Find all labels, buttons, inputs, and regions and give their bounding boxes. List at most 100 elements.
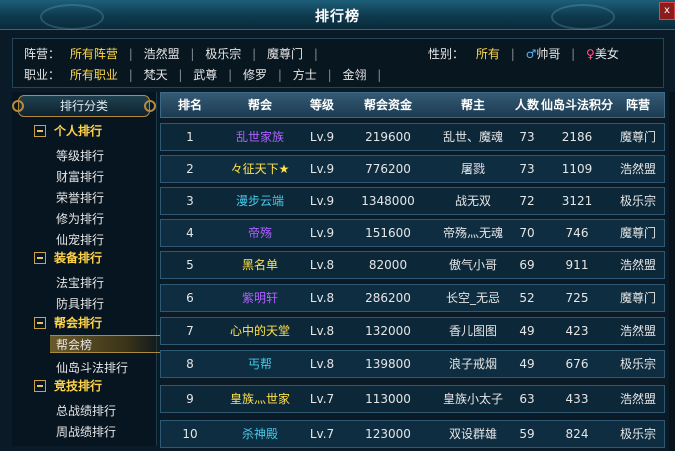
close-button[interactable]: x xyxy=(659,2,675,20)
category-label: 帮会排行 xyxy=(54,316,103,330)
category-equipment[interactable]: 装备排行 xyxy=(34,249,102,265)
sidebar-item-pet[interactable]: 仙宠排行 xyxy=(56,231,104,248)
column-header-level[interactable]: 等级 xyxy=(301,93,343,117)
cell-guild[interactable]: 紫明轩 xyxy=(219,285,301,311)
cell-duel-score: 1109 xyxy=(561,162,593,176)
cell-level: Lv.7 xyxy=(309,427,335,441)
cell-leader[interactable]: 屠戮 xyxy=(433,156,513,182)
cell-duel-score: 725 xyxy=(565,291,589,305)
column-header-rank[interactable]: 排名 xyxy=(161,93,219,117)
profession-option-jinling[interactable]: 金翎 xyxy=(342,66,366,83)
profession-option-all[interactable]: 所有职业 xyxy=(70,66,118,83)
cell-rank: 4 xyxy=(186,226,194,240)
scrollbar[interactable] xyxy=(669,92,675,451)
table-row[interactable]: 10 杀神殿 Lv.7 123000 双设群雄 59 824 极乐宗 xyxy=(160,420,665,448)
gender-option-female[interactable]: 美女 xyxy=(595,47,619,61)
table-row[interactable]: 4 帝殇 Lv.9 151600 帝殇灬无魂 70 746 魔尊门 xyxy=(160,219,665,247)
cell-leader[interactable]: 双设群雄 xyxy=(433,421,513,447)
table-row[interactable]: 6 紫明轩 Lv.8 286200 长空_无忌 52 725 魔尊门 xyxy=(160,284,665,312)
camp-filter-row: 阵营： 所有阵营 | 浩然盟 | 极乐宗 | 魔尊门 | xyxy=(24,45,325,62)
cell-guild[interactable]: 漫步云端 xyxy=(219,188,301,214)
cell-leader[interactable]: 浪子戒烟 xyxy=(433,351,513,377)
table-row[interactable]: 7 心中的天堂 Lv.8 132000 香儿图图 49 423 浩然盟 xyxy=(160,317,665,345)
category-arena[interactable]: 竞技排行 xyxy=(34,377,102,393)
profession-option-wuzun[interactable]: 武尊 xyxy=(193,66,217,83)
gender-option-male[interactable]: 帅哥 xyxy=(536,47,560,61)
cell-funds: 123000 xyxy=(365,427,411,441)
cell-guild[interactable]: 々征天下★ xyxy=(219,156,301,182)
female-symbol-icon: ♀ xyxy=(586,47,595,61)
sidebar-item-cultivation[interactable]: 修为排行 xyxy=(56,210,104,227)
column-header-members[interactable]: 人数 xyxy=(513,93,541,117)
sidebar-item-artifact[interactable]: 法宝排行 xyxy=(56,274,104,291)
category-label: 装备排行 xyxy=(54,251,103,265)
table-row[interactable]: 2 々征天下★ Lv.9 776200 屠戮 73 1109 浩然盟 xyxy=(160,155,665,183)
cell-funds: 82000 xyxy=(368,258,408,272)
separator: | xyxy=(510,47,515,61)
cell-leader[interactable]: 战无双 xyxy=(433,188,513,214)
male-symbol-icon: ♂ xyxy=(525,47,537,61)
cell-guild[interactable]: 丐帮 xyxy=(219,351,301,377)
gender-option-all[interactable]: 所有 xyxy=(476,47,500,61)
sidebar-item-level[interactable]: 等级排行 xyxy=(56,147,104,164)
camp-option-jilezong[interactable]: 极乐宗 xyxy=(205,45,241,62)
cell-members: 69 xyxy=(519,258,535,272)
cell-rank: 2 xyxy=(186,162,194,176)
camp-option-haoranmeng[interactable]: 浩然盟 xyxy=(144,45,180,62)
camp-option-mozunmen[interactable]: 魔尊门 xyxy=(267,45,303,62)
table-row[interactable]: 9 皇族灬世家 Lv.7 113000 皇族小太子 63 433 浩然盟 xyxy=(160,385,665,413)
profession-option-fantian[interactable]: 梵天 xyxy=(144,66,168,83)
cell-rank: 5 xyxy=(186,258,194,272)
sidebar-item-wealth[interactable]: 财富排行 xyxy=(56,168,104,185)
cell-guild[interactable]: 黑名单 xyxy=(219,252,301,278)
table-row[interactable]: 8 丐帮 Lv.8 139800 浪子戒烟 49 676 极乐宗 xyxy=(160,350,665,378)
separator: | xyxy=(190,47,195,61)
category-personal[interactable]: 个人排行 xyxy=(34,122,102,138)
cell-members: 70 xyxy=(519,226,535,240)
cell-members: 72 xyxy=(519,194,535,208)
sidebar-item-armor[interactable]: 防具排行 xyxy=(56,295,104,312)
column-header-guild[interactable]: 帮会 xyxy=(219,93,301,117)
cell-leader[interactable]: 香儿图图 xyxy=(433,318,513,344)
cell-rank: 3 xyxy=(186,194,194,208)
cell-leader[interactable]: 傲气小哥 xyxy=(433,252,513,278)
column-header-duel-score[interactable]: 仙岛斗法积分 xyxy=(541,93,613,117)
camp-option-all[interactable]: 所有阵营 xyxy=(70,45,118,62)
sidebar-item-honor[interactable]: 荣誉排行 xyxy=(56,189,104,206)
cell-duel-score: 3121 xyxy=(561,194,593,208)
cell-leader[interactable]: 皇族小太子 xyxy=(433,386,513,412)
sidebar-header: 排行分类 xyxy=(12,95,156,117)
column-header-funds[interactable]: 帮会资金 xyxy=(343,93,433,117)
sidebar-item-island-duel[interactable]: 仙岛斗法排行 xyxy=(56,359,128,376)
cell-rank: 8 xyxy=(186,357,194,371)
category-guild[interactable]: 帮会排行 xyxy=(34,314,102,330)
table-row[interactable]: 3 漫步云端 Lv.9 1348000 战无双 72 3121 极乐宗 xyxy=(160,187,665,215)
profession-option-fangshi[interactable]: 方士 xyxy=(293,66,317,83)
profession-filter-row: 职业： 所有职业 | 梵天 | 武尊 | 修罗 | 方士 | 金翎 | xyxy=(24,66,388,83)
cell-guild[interactable]: 杀神殿 xyxy=(219,421,301,447)
separator: | xyxy=(128,47,133,61)
cell-members: 52 xyxy=(519,291,535,305)
cell-level: Lv.9 xyxy=(309,226,335,240)
cell-guild[interactable]: 乱世家族 xyxy=(219,124,301,150)
sidebar-item-guild-board[interactable]: 帮会榜 xyxy=(50,335,160,353)
table-row[interactable]: 5 黑名单 Lv.8 82000 傲气小哥 69 911 浩然盟 xyxy=(160,251,665,279)
table-row[interactable]: 1 乱世家族 Lv.9 219600 乱世、魔魂 73 2186 魔尊门 xyxy=(160,123,665,151)
profession-option-xiuluo[interactable]: 修罗 xyxy=(243,66,267,83)
cell-funds: 132000 xyxy=(365,324,411,338)
cell-guild[interactable]: 皇族灬世家 xyxy=(219,386,301,412)
cell-leader[interactable]: 乱世、魔魂 xyxy=(433,124,513,150)
column-header-camp[interactable]: 阵营 xyxy=(613,93,663,117)
separator: | xyxy=(571,47,576,61)
cell-guild[interactable]: 心中的天堂 xyxy=(219,318,301,344)
cell-leader[interactable]: 帝殇灬无魂 xyxy=(433,220,513,246)
sidebar-item-weekly-record[interactable]: 周战绩排行 xyxy=(56,423,116,440)
column-header-leader[interactable]: 帮主 xyxy=(433,93,513,117)
sidebar-item-total-record[interactable]: 总战绩排行 xyxy=(56,402,116,419)
cell-guild[interactable]: 帝殇 xyxy=(219,220,301,246)
cell-funds: 139800 xyxy=(365,357,411,371)
cell-leader[interactable]: 长空_无忌 xyxy=(433,285,513,311)
cell-camp: 魔尊门 xyxy=(619,291,656,305)
cell-funds: 1348000 xyxy=(361,194,415,208)
cell-level: Lv.8 xyxy=(309,291,335,305)
